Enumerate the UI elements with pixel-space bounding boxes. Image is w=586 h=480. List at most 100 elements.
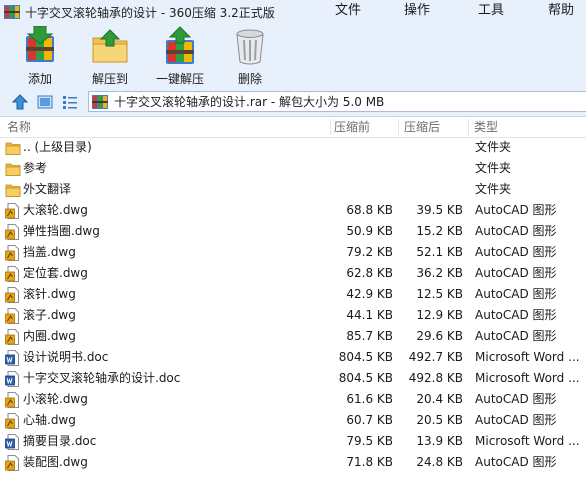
file-size — [323, 137, 393, 158]
dwg-file-icon — [5, 287, 21, 303]
title-bar: 十字交叉滚轮轴承的设计 - 360压缩 3.2正式版 文件 操作 工具 帮助 — [0, 0, 586, 24]
file-name: 定位套.dwg — [23, 266, 88, 280]
one-click-extract-button[interactable]: 一键解压 — [152, 24, 208, 88]
folder-row[interactable]: 参考 文件夹 — [0, 158, 586, 179]
one-click-extract-label: 一键解压 — [155, 72, 204, 86]
file-row[interactable]: 设计说明书.doc 804.5 KB 492.7 KB Microsoft Word … — [0, 347, 586, 368]
file-type: 文件夹 — [475, 140, 512, 154]
file-size: 71.8 KB — [346, 455, 393, 469]
file-size — [323, 179, 393, 200]
file-name: .. (上级目录) — [23, 140, 92, 154]
file-packed-size: 20.4 KB — [416, 392, 463, 406]
file-size: 68.8 KB — [346, 203, 393, 217]
word-doc-icon — [5, 434, 21, 450]
file-packed-size: 13.9 KB — [416, 434, 463, 448]
folder-icon — [5, 161, 21, 177]
file-packed-size: 492.7 KB — [408, 350, 463, 364]
file-type: AutoCAD 图形 — [475, 203, 557, 217]
word-doc-icon — [5, 371, 21, 387]
file-packed-size: 36.2 KB — [416, 266, 463, 280]
menu-tools[interactable]: 工具 — [466, 0, 516, 24]
file-name: 装配图.dwg — [23, 455, 88, 469]
menu-operations[interactable]: 操作 — [392, 0, 442, 24]
extract-folder-icon — [90, 26, 130, 66]
menu-help[interactable]: 帮助 — [536, 0, 586, 24]
extract-to-button[interactable]: 解压到 — [88, 24, 132, 88]
rar-file-icon — [92, 94, 108, 109]
file-size: 85.7 KB — [346, 329, 393, 343]
add-button[interactable]: 添加 — [18, 24, 62, 88]
delete-button[interactable]: 删除 — [230, 24, 270, 88]
file-packed-size: 52.1 KB — [416, 245, 463, 259]
extract-to-label: 解压到 — [91, 72, 128, 86]
folder-row[interactable]: .. (上级目录) 文件夹 — [0, 137, 586, 158]
file-name: 滚针.dwg — [23, 287, 76, 301]
add-archive-icon — [20, 25, 60, 66]
file-size: 804.5 KB — [338, 350, 393, 364]
large-icons-view-icon[interactable] — [37, 94, 53, 110]
window-title: 十字交叉滚轮轴承的设计 - 360压缩 3.2正式版 — [25, 5, 275, 20]
menu-file[interactable]: 文件 — [323, 0, 373, 24]
column-name[interactable]: 名称 — [7, 117, 31, 137]
column-divider[interactable] — [398, 119, 399, 135]
file-packed-size — [403, 158, 463, 179]
file-packed-size — [403, 179, 463, 200]
column-divider[interactable] — [468, 119, 469, 135]
file-row[interactable]: 心轴.dwg 60.7 KB 20.5 KB AutoCAD 图形 — [0, 410, 586, 431]
file-row[interactable]: 弹性挡圈.dwg 50.9 KB 15.2 KB AutoCAD 图形 — [0, 221, 586, 242]
file-name: 十字交叉滚轮轴承的设计.doc — [23, 371, 181, 385]
up-arrow-icon[interactable] — [11, 94, 29, 110]
one-click-extract-icon — [160, 26, 200, 66]
menu-bar: 文件 操作 工具 帮助 — [323, 0, 586, 24]
dwg-file-icon — [5, 245, 21, 261]
details-view-icon[interactable] — [62, 94, 78, 110]
file-type: AutoCAD 图形 — [475, 329, 557, 343]
folder-row[interactable]: 外文翻译 文件夹 — [0, 179, 586, 200]
path-field[interactable]: 十字交叉滚轮轴承的设计.rar - 解包大小为 5.0 MB — [88, 91, 586, 112]
column-divider[interactable] — [330, 119, 331, 135]
file-row[interactable]: 定位套.dwg 62.8 KB 36.2 KB AutoCAD 图形 — [0, 263, 586, 284]
file-name: 小滚轮.dwg — [23, 392, 88, 406]
trash-icon — [230, 26, 270, 66]
file-name: 滚子.dwg — [23, 308, 76, 322]
file-type: AutoCAD 图形 — [475, 245, 557, 259]
file-row[interactable]: 十字交叉滚轮轴承的设计.doc 804.5 KB 492.8 KB Microsoft… — [0, 368, 586, 389]
file-size: 804.5 KB — [338, 371, 393, 385]
file-packed-size: 12.5 KB — [416, 287, 463, 301]
file-packed-size: 24.8 KB — [416, 455, 463, 469]
file-size: 62.8 KB — [346, 266, 393, 280]
file-type: 文件夹 — [475, 182, 512, 196]
file-packed-size: 12.9 KB — [416, 308, 463, 322]
column-size[interactable]: 压缩前 — [334, 117, 370, 137]
column-type[interactable]: 类型 — [474, 117, 498, 137]
file-type: 文件夹 — [475, 161, 512, 175]
file-row[interactable]: 滚针.dwg 42.9 KB 12.5 KB AutoCAD 图形 — [0, 284, 586, 305]
word-doc-icon — [5, 350, 21, 366]
dwg-file-icon — [5, 224, 21, 240]
file-packed-size: 20.5 KB — [416, 413, 463, 427]
file-type: AutoCAD 图形 — [475, 308, 557, 322]
file-type: AutoCAD 图形 — [475, 455, 557, 469]
dwg-file-icon — [5, 266, 21, 282]
file-packed-size: 39.5 KB — [416, 203, 463, 217]
file-row[interactable]: 装配图.dwg 71.8 KB 24.8 KB AutoCAD 图形 — [0, 452, 586, 473]
file-type: Microsoft Word ... — [475, 434, 580, 448]
file-name: 摘要目录.doc — [23, 434, 97, 448]
file-row[interactable]: 内圈.dwg 85.7 KB 29.6 KB AutoCAD 图形 — [0, 326, 586, 347]
file-row[interactable]: 滚子.dwg 44.1 KB 12.9 KB AutoCAD 图形 — [0, 305, 586, 326]
file-name: 内圈.dwg — [23, 329, 76, 343]
file-name: 设计说明书.doc — [23, 350, 109, 364]
file-row[interactable]: 挡盖.dwg 79.2 KB 52.1 KB AutoCAD 图形 — [0, 242, 586, 263]
file-row[interactable]: 摘要目录.doc 79.5 KB 13.9 KB Microsoft Word ... — [0, 431, 586, 452]
file-name: 大滚轮.dwg — [23, 203, 88, 217]
file-row[interactable]: 小滚轮.dwg 61.6 KB 20.4 KB AutoCAD 图形 — [0, 389, 586, 410]
file-type: Microsoft Word ... — [475, 350, 580, 364]
file-size — [323, 158, 393, 179]
file-name: 参考 — [23, 161, 48, 175]
file-size: 61.6 KB — [346, 392, 393, 406]
file-size: 79.5 KB — [346, 434, 393, 448]
file-row[interactable]: 大滚轮.dwg 68.8 KB 39.5 KB AutoCAD 图形 — [0, 200, 586, 221]
file-packed-size: 492.8 KB — [408, 371, 463, 385]
folder-icon — [5, 182, 21, 198]
column-packed[interactable]: 压缩后 — [404, 117, 440, 137]
